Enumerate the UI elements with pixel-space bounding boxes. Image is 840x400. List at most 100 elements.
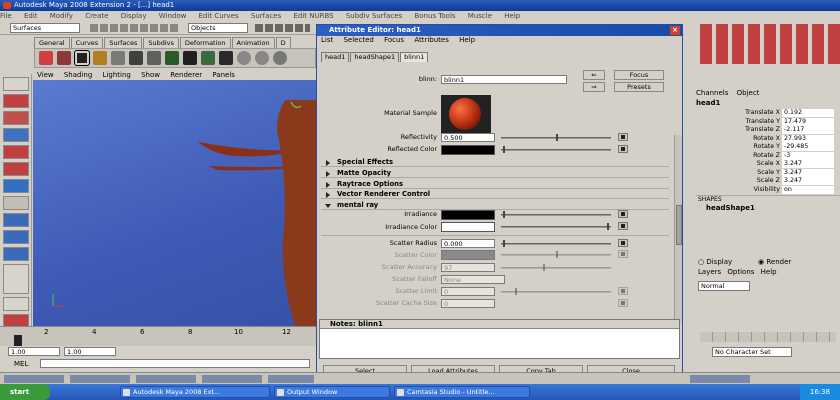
scatter-radius-slider-handle[interactable] — [503, 240, 505, 247]
notes-panel[interactable]: Notes: blinn1 — [319, 319, 680, 359]
map-button-icon[interactable] — [618, 222, 628, 230]
shelf-tool-icon[interactable] — [129, 51, 143, 65]
section-matte-opacity[interactable]: Matte Opacity — [321, 168, 669, 178]
map-button-icon[interactable] — [618, 133, 628, 141]
lasso-tool-icon[interactable] — [3, 94, 29, 108]
channel-value[interactable]: 3.247 — [782, 168, 834, 177]
section-raytrace-options[interactable]: Raytrace Options — [321, 179, 669, 189]
manipulator-tool-icon[interactable] — [3, 179, 29, 193]
minimized-window[interactable] — [4, 375, 64, 383]
reflectivity-slider-handle[interactable] — [556, 134, 558, 141]
tab-headshape1[interactable]: headShape1 — [350, 52, 400, 62]
select-tool-icon[interactable] — [3, 77, 29, 91]
channel-row[interactable]: Visibility on — [696, 185, 840, 195]
time-slider[interactable]: 2 4 6 8 10 12 — [0, 326, 317, 346]
shelf-tab-animation[interactable]: Animation — [231, 37, 275, 48]
channel-row[interactable]: Translate Z -2.117 — [696, 126, 840, 135]
object-tab[interactable]: Object — [737, 89, 760, 97]
sphere-icon[interactable] — [237, 51, 251, 65]
mel-input[interactable] — [40, 359, 310, 368]
shelf-tab-general[interactable]: General — [34, 37, 70, 48]
menu-surfaces[interactable]: Surfaces — [251, 12, 281, 20]
layout-icon[interactable] — [3, 213, 29, 227]
channel-row[interactable]: Scale Z 3.247 — [696, 177, 840, 186]
status-icons[interactable] — [90, 24, 180, 32]
channel-value[interactable]: 3.247 — [782, 177, 834, 185]
ae-menu-list[interactable]: List — [321, 36, 333, 44]
channel-row[interactable]: Rotate X 27.993 — [696, 134, 840, 144]
tab-head1[interactable]: head1 — [321, 52, 350, 62]
menu-create[interactable]: Create — [85, 12, 108, 20]
sphere-icon[interactable] — [255, 51, 269, 65]
shelf-tool-icon[interactable] — [147, 51, 161, 65]
channel-value[interactable]: -29.485 — [782, 143, 834, 151]
section-mental-ray[interactable]: mental ray — [321, 200, 669, 210]
current-time-marker[interactable] — [14, 335, 22, 346]
shelf-tool-icon[interactable] — [57, 51, 71, 65]
shelf-tool-icon[interactable] — [93, 51, 107, 65]
layers-menu-layers[interactable]: Layers — [698, 268, 721, 276]
snap-icons[interactable] — [255, 24, 310, 32]
channel-row[interactable]: Scale X 3.247 — [696, 160, 840, 169]
sphere-icon[interactable] — [273, 51, 287, 65]
map-button-icon[interactable] — [618, 239, 628, 247]
reflected-color-swatch[interactable] — [441, 145, 495, 155]
minimized-window[interactable] — [202, 375, 262, 383]
layout-icon[interactable] — [3, 230, 29, 244]
reflectivity-field[interactable]: 0.500 — [441, 133, 495, 142]
shelf-tool-icon[interactable] — [201, 51, 215, 65]
minimized-window[interactable] — [690, 375, 750, 383]
scrollbar-thumb[interactable] — [676, 205, 682, 245]
menu-modify[interactable]: Modify — [50, 12, 73, 20]
playback-start-field[interactable]: 1.00 — [64, 347, 116, 356]
menu-set-dropdown[interactable]: Surfaces — [10, 23, 80, 33]
shelf-tab-d[interactable]: D — [275, 37, 291, 48]
display-layer-radio[interactable]: ○ Display — [698, 258, 732, 267]
channel-row[interactable]: Translate Y 17.479 — [696, 117, 840, 127]
character-set-dropdown[interactable]: No Character Set — [712, 347, 792, 357]
section-special-effects[interactable]: Special Effects — [321, 157, 669, 167]
layout-icon[interactable] — [3, 297, 29, 311]
output-connection-icon[interactable]: ⇒ — [583, 82, 605, 92]
irradiance-swatch[interactable] — [441, 210, 495, 220]
channel-value[interactable]: 17.479 — [782, 117, 834, 126]
shelf-tool-icon[interactable] — [111, 51, 125, 65]
shelf-tool-icon[interactable] — [39, 51, 53, 65]
ae-menu-selected[interactable]: Selected — [343, 36, 373, 44]
vp-menu-shading[interactable]: Shading — [64, 71, 92, 79]
channel-row[interactable]: Rotate Z -3 — [696, 151, 840, 161]
reflected-color-slider[interactable] — [501, 149, 611, 151]
irradiance-slider-handle[interactable] — [503, 211, 505, 218]
menu-file[interactable]: File — [0, 12, 12, 20]
taskbar-item-camtasia[interactable]: Camtasia Studio - Untitle... — [394, 386, 530, 398]
playback-controls[interactable] — [700, 332, 836, 342]
menu-edit[interactable]: Edit — [24, 12, 38, 20]
close-icon[interactable]: × — [670, 26, 680, 35]
menu-window[interactable]: Window — [159, 12, 187, 20]
layers-menu-options[interactable]: Options — [727, 268, 754, 276]
scale-tool-icon[interactable] — [3, 162, 29, 176]
channel-value[interactable]: -2.117 — [782, 126, 834, 134]
move-icon[interactable] — [75, 51, 89, 65]
menu-display[interactable]: Display — [121, 12, 147, 20]
layers-menu-help[interactable]: Help — [761, 268, 777, 276]
vp-menu-panels[interactable]: Panels — [212, 71, 235, 79]
attribute-scrollbar[interactable] — [674, 135, 682, 323]
input-connection-icon[interactable]: ⇐ — [583, 70, 605, 80]
shelf-tab-deformation[interactable]: Deformation — [179, 37, 231, 48]
channel-value[interactable]: 27.993 — [782, 134, 834, 143]
menu-bonus-tools[interactable]: Bonus Tools — [414, 12, 455, 20]
taskbar-item-maya[interactable]: Autodesk Maya 2008 Ext... — [120, 386, 270, 398]
irradiance-color-slider[interactable] — [501, 226, 611, 228]
shelf-tool-icon[interactable] — [165, 51, 179, 65]
channel-row[interactable]: Translate X 0.192 — [696, 109, 840, 118]
3d-viewport[interactable] — [33, 80, 317, 326]
irradiance-slider[interactable] — [501, 214, 611, 216]
channel-row[interactable]: Scale Y 3.247 — [696, 168, 840, 178]
presets-button[interactable]: Presets — [614, 82, 664, 92]
channels-tab[interactable]: Channels — [696, 89, 728, 97]
shelf-tab-subdivs[interactable]: Subdivs — [143, 37, 179, 48]
vp-menu-lighting[interactable]: Lighting — [103, 71, 131, 79]
shape-name[interactable]: headShape1 — [696, 204, 840, 213]
ae-menu-attributes[interactable]: Attributes — [414, 36, 449, 44]
